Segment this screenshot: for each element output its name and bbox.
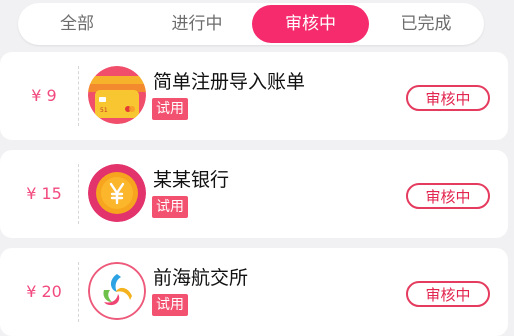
item-name: 简单注册导入账单 — [153, 71, 306, 93]
yen-coin-icon — [88, 164, 146, 222]
trial-tag: 试用 — [152, 294, 188, 316]
status-filter-tabs: 全部 进行中 审核中 已完成 — [18, 3, 484, 45]
tab-completed[interactable]: 已完成 — [368, 3, 484, 45]
tab-under-review[interactable]: 审核中 — [252, 5, 369, 43]
review-status-button[interactable]: 审核中 — [406, 183, 490, 209]
trial-tag: 试用 — [152, 98, 188, 120]
swirl-logo-icon — [88, 262, 146, 320]
reward-price: ¥ 9 — [31, 86, 57, 105]
item-name: 前海航交所 — [153, 267, 249, 289]
dashed-divider — [78, 66, 79, 126]
reward-price: ¥ 15 — [26, 184, 62, 203]
review-status-button[interactable]: 审核中 — [406, 85, 490, 111]
dashed-divider — [78, 262, 79, 322]
reward-price: ¥ 20 — [26, 282, 62, 301]
svg-text:51: 51 — [100, 107, 108, 114]
task-card-2[interactable]: ¥ 15 某某银行 试用 审核中 — [0, 150, 508, 238]
trial-tag: 试用 — [152, 196, 188, 218]
tab-all[interactable]: 全部 — [18, 3, 136, 45]
task-card-1[interactable]: ¥ 9 51 简单注册导入账单 试用 审核中 — [0, 52, 508, 140]
review-status-button[interactable]: 审核中 — [406, 281, 490, 307]
dashed-divider — [78, 164, 79, 224]
item-name: 某某银行 — [153, 169, 230, 191]
tab-in-progress[interactable]: 进行中 — [138, 3, 256, 45]
card-app-icon: 51 — [88, 66, 146, 124]
task-card-3[interactable]: ¥ 20 前海航交所 试用 审核中 — [0, 248, 508, 336]
